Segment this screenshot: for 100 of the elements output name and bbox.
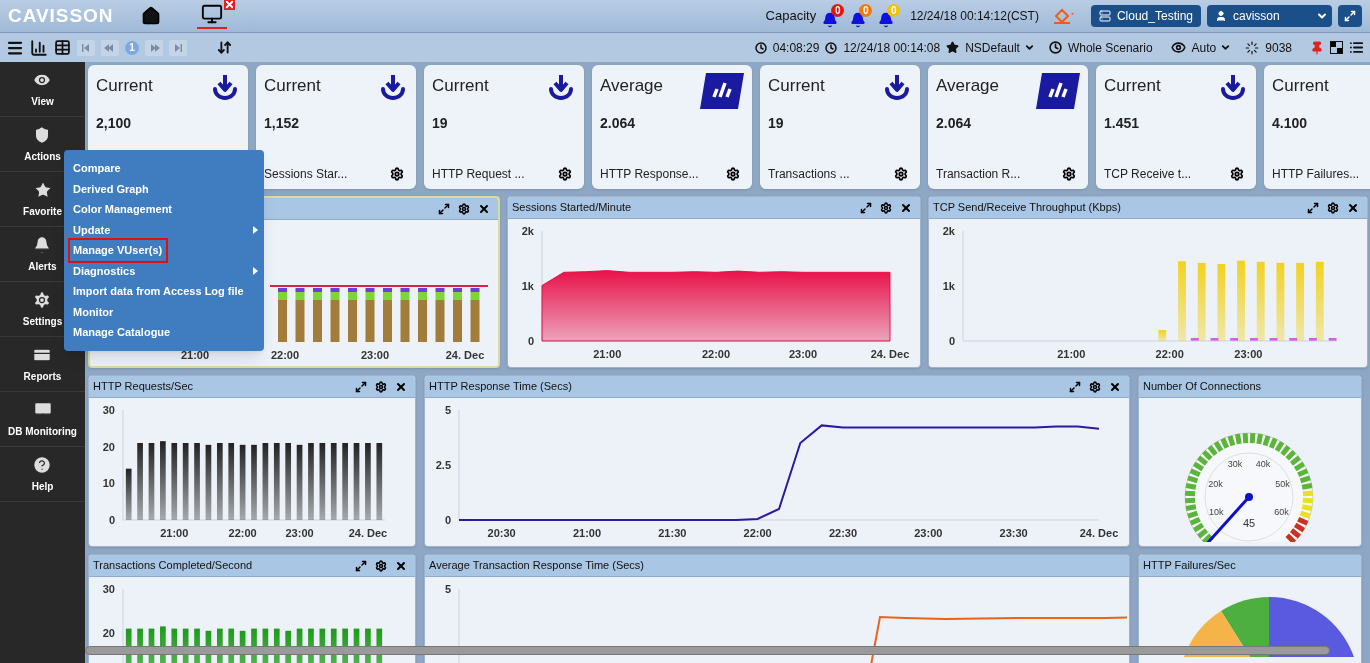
download-arrow-icon [210,73,240,103]
metric-caption: HTTP Response... [600,166,699,183]
settings-icon[interactable] [375,380,387,393]
x-axis-label: 21:30 [658,527,687,539]
metric-label: Average [936,75,999,97]
menu-item[interactable]: Diagnostics [70,260,258,281]
y-axis-label: 0 [527,335,534,347]
close-icon[interactable] [1109,380,1121,393]
x-axis-label: 23:00 [914,527,943,539]
expand-icon[interactable] [1069,380,1081,393]
gauge-reading: 45 [1242,517,1256,529]
fullscreen-button[interactable] [1338,5,1362,27]
expand-icon[interactable] [438,202,450,215]
metric-value: 1,152 [264,114,301,133]
expand-icon[interactable] [355,380,367,393]
bar-chart-icon[interactable] [30,38,48,57]
list-icon[interactable] [1349,40,1364,55]
clock-icon [1048,41,1062,54]
sort-icon[interactable] [217,40,232,55]
y-axis-label: 20 [102,440,115,453]
settings-icon[interactable] [880,201,892,214]
download-arrow-icon [378,73,408,103]
home-icon[interactable] [141,6,162,26]
metric-value: 2.064 [936,114,973,133]
alert-count-badge: 0 [859,4,873,17]
menu-item[interactable]: Manage VUser(s) [70,240,167,261]
settings-icon[interactable] [1230,167,1244,181]
settings-icon[interactable] [1062,167,1076,181]
sidebar-item[interactable]: Reports [23,337,62,391]
settings-icon[interactable] [558,167,572,181]
table-icon[interactable] [54,39,71,56]
y-axis-label: 2k [521,225,534,237]
metric-label: Current [264,75,321,97]
close-icon[interactable] [395,559,407,572]
close-tab-icon[interactable] [224,0,236,10]
y-axis-label: 2k [942,225,955,237]
x-axis-label: 21:00 [180,349,210,361]
settings-icon[interactable] [894,167,908,181]
menu-item[interactable]: Monitor [70,301,258,322]
menu-item[interactable]: Derived Graph [70,178,258,199]
menu-item[interactable]: Compare [70,158,258,179]
project-button[interactable]: Cloud_Testing [1090,5,1201,27]
user-button[interactable]: cavisson [1207,5,1332,27]
sidebar-item[interactable]: View [31,62,54,116]
scenario-label[interactable]: Whole Scenario [1067,38,1153,57]
logo: CAVISSON [8,3,114,28]
metric-value: 1.451 [1104,114,1141,133]
menu-item[interactable]: Manage Catalogue [70,322,258,343]
x-axis-label: 22:00 [743,527,772,539]
close-icon[interactable] [1347,201,1359,214]
sidebar-item[interactable]: DB Monitoring [8,392,77,446]
metric-value: 4.100 [1272,114,1309,133]
x-axis-label: 22:30 [828,527,858,539]
x-axis-label: 24. Dec [1079,527,1119,539]
settings-icon[interactable] [1327,201,1339,214]
settings-icon[interactable] [726,167,740,181]
bar-chart-icon [1036,73,1080,109]
metric-value: 2,100 [96,114,133,133]
close-icon[interactable] [900,201,912,214]
settings-icon[interactable] [458,202,470,215]
x-axis-label: 24. Dec [445,349,485,361]
horizontal-scrollbar[interactable] [85,646,1330,655]
settings-icon[interactable] [390,167,404,181]
checker-icon[interactable] [1330,41,1343,54]
metric-caption: Sessions Star... [264,166,348,183]
close-icon[interactable] [478,202,490,215]
x-axis-label: 22:00 [701,348,731,360]
expand-icon[interactable] [355,559,367,572]
x-axis-label: 20:30 [487,527,516,539]
star-icon [946,41,960,54]
menu-item[interactable]: Import data from Access Log file [70,281,258,302]
metric-label: Current [1272,75,1329,97]
menu-item[interactable]: Color Management [70,199,258,220]
expand-icon[interactable] [860,201,872,214]
metric-value: 19 [432,114,449,133]
menu-item[interactable]: Update [70,219,258,240]
bell-icon[interactable] [850,12,867,28]
metric-value: 2.064 [600,114,637,133]
sidebar-item[interactable]: Settings [22,282,63,336]
y-axis-label: 1k [521,280,534,292]
monitor-icon[interactable] [201,3,224,25]
y-axis-label: 0 [108,514,115,526]
x-axis-label: 22:00 [1155,348,1184,360]
panel-title: Average Transaction Response Time (Secs) [429,558,644,574]
pin-icon[interactable] [1310,40,1324,55]
close-icon[interactable] [395,380,407,393]
view-mode-dropdown[interactable]: Auto [1191,38,1232,57]
bell-icon[interactable] [822,12,839,28]
sidebar-item[interactable]: Favorite [23,172,62,226]
bell-icon[interactable] [878,12,895,28]
download-arrow-icon [546,73,576,103]
sidebar-item[interactable]: Actions [24,117,61,171]
favorite-dropdown[interactable]: NSDefault [965,38,1035,57]
sidebar-item[interactable]: Alerts [28,227,57,281]
settings-icon[interactable] [1089,380,1101,393]
expand-icon[interactable] [1307,201,1319,214]
sidebar-item[interactable]: Help [31,447,54,501]
bar [1158,330,1167,341]
x-axis-label: 23:00 [360,349,390,361]
settings-icon[interactable] [375,559,387,572]
